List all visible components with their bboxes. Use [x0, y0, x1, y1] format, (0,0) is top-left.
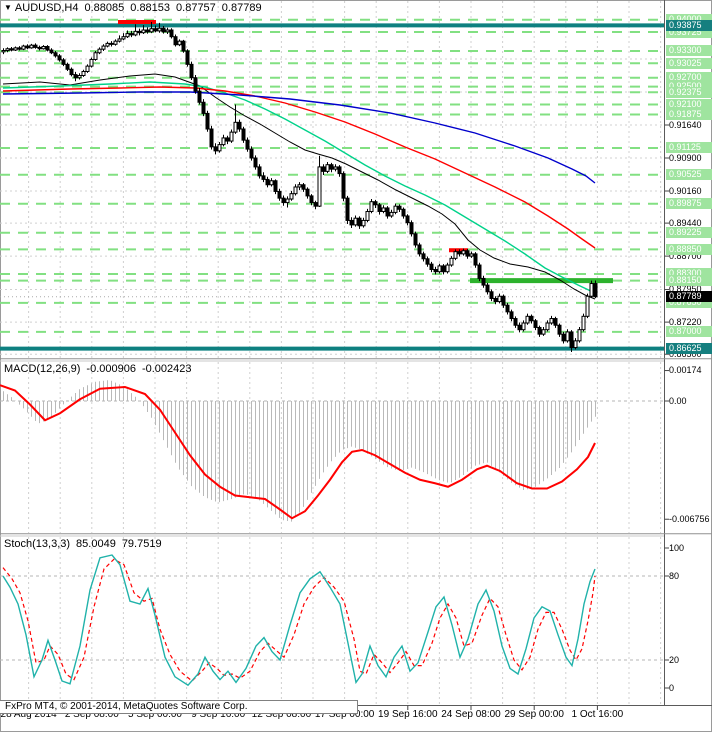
stoch-panel-plot[interactable]	[0, 537, 664, 705]
macd-main-value: -0.000906	[86, 363, 136, 375]
chart-title-bar[interactable]: ▼ AUDUSD,H4 0.88085 0.88153 0.87757 0.87789	[4, 2, 262, 14]
stoch-name: Stoch(13,3,3)	[4, 538, 71, 550]
stoch-k-value: 85.0049	[76, 538, 116, 550]
macd-label-bar: MACD(12,26,9) -0.000906 -0.002423	[4, 363, 192, 375]
macd-signal-value: -0.002423	[141, 363, 192, 375]
stoch-label-bar: Stoch(13,3,3) 85.0049 79.7519	[4, 538, 162, 550]
price-axis[interactable]	[665, 0, 712, 705]
symbol-period-label: AUDUSD,H4	[14, 2, 79, 14]
ohlc-low: 0.87757	[176, 2, 216, 14]
ohlc-open: 0.88085	[84, 2, 125, 14]
main-chart-plot[interactable]	[0, 0, 664, 359]
brand-copyright: FxPro MT4, © 2001-2014, MetaQuotes Softw…	[0, 700, 358, 714]
ohlc-close: 0.87789	[221, 2, 262, 14]
stoch-d-value: 79.7519	[121, 538, 162, 550]
symbol-dropdown-icon[interactable]: ▼	[4, 3, 12, 12]
macd-name: MACD(12,26,9)	[4, 363, 81, 375]
mt4-chart-window: ▼ AUDUSD,H4 0.88085 0.88153 0.87757 0.87789 M…	[0, 0, 712, 732]
macd-panel-plot[interactable]	[0, 362, 664, 534]
ohlc-high: 0.88153	[130, 2, 171, 14]
